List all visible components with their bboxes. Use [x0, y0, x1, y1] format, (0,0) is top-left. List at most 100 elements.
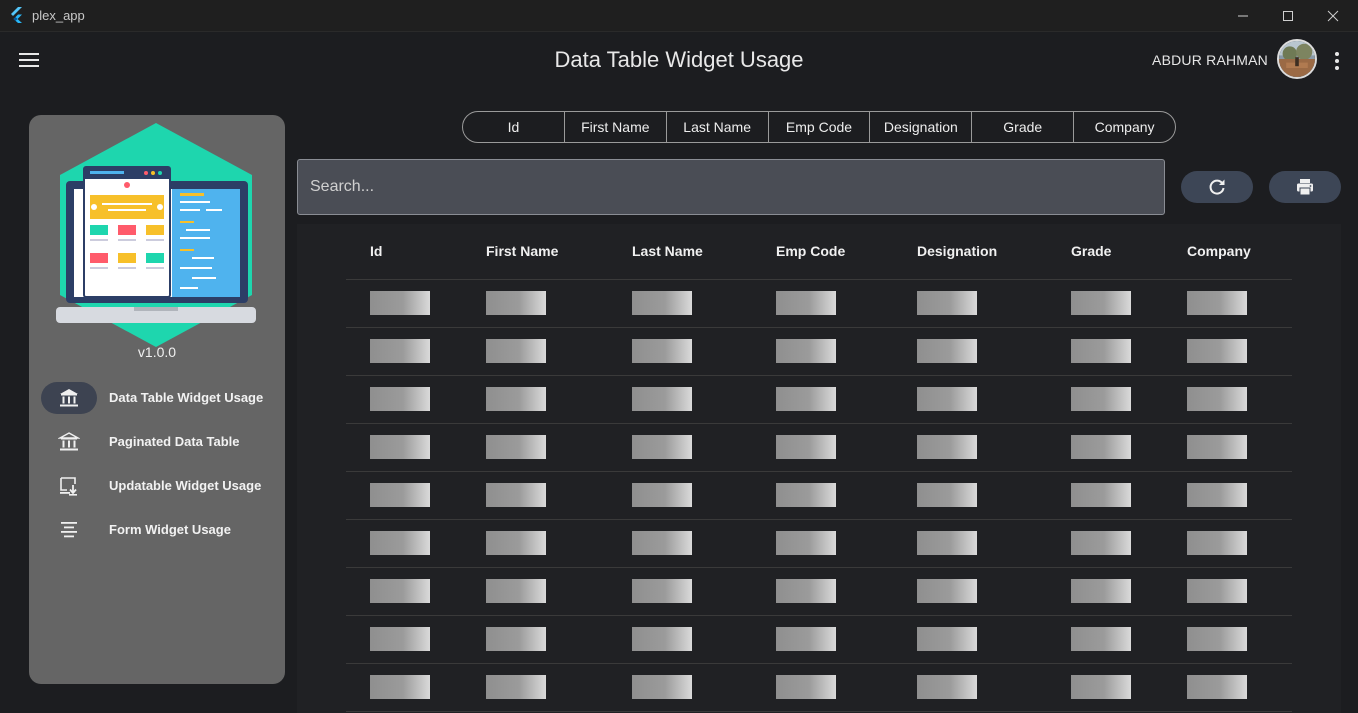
table-row[interactable]	[346, 520, 1292, 568]
flutter-logo-icon	[11, 7, 22, 23]
loading-placeholder-cell	[776, 531, 836, 555]
loading-placeholder-cell	[917, 675, 977, 699]
loading-placeholder-cell	[486, 387, 546, 411]
chip-id[interactable]: Id	[463, 112, 565, 142]
print-icon	[1297, 179, 1313, 196]
maximize-button[interactable]	[1265, 0, 1311, 31]
loading-placeholder-cell	[370, 291, 430, 315]
loading-placeholder-cell	[776, 579, 836, 603]
loading-placeholder-cell	[917, 435, 977, 459]
chip-designation[interactable]: Designation	[870, 112, 973, 142]
loading-placeholder-cell	[776, 435, 836, 459]
loading-placeholder-cell	[632, 579, 692, 603]
print-button[interactable]	[1269, 171, 1341, 203]
sidebar-item-paginated-data-table[interactable]: Paginated Data Table	[41, 426, 273, 458]
loading-placeholder-cell	[776, 387, 836, 411]
search-input[interactable]	[298, 160, 1164, 214]
loading-placeholder-cell	[1187, 435, 1247, 459]
loading-placeholder-cell	[632, 675, 692, 699]
loading-placeholder-cell	[917, 339, 977, 363]
loading-placeholder-cell	[1071, 339, 1131, 363]
sidebar-item-label: Updatable Widget Usage	[109, 478, 262, 493]
sidebar-item-label: Paginated Data Table	[109, 434, 240, 449]
more-vert-icon[interactable]	[1330, 50, 1344, 72]
sidebar-item-label: Form Widget Usage	[109, 522, 231, 537]
header-designation[interactable]: Designation	[917, 243, 997, 259]
loading-placeholder-cell	[776, 627, 836, 651]
loading-placeholder-cell	[632, 483, 692, 507]
loading-placeholder-cell	[1187, 579, 1247, 603]
bank-icon	[58, 432, 80, 451]
chip-grade[interactable]: Grade	[972, 112, 1075, 142]
loading-placeholder-cell	[917, 579, 977, 603]
nav-icon-highlight	[41, 382, 97, 414]
loading-placeholder-cell	[917, 483, 977, 507]
loading-placeholder-cell	[632, 627, 692, 651]
window-title-bar: plex_app	[0, 0, 1358, 32]
download-to-screen-icon	[60, 477, 77, 496]
header-first-name[interactable]: First Name	[486, 243, 558, 259]
loading-placeholder-cell	[1187, 675, 1247, 699]
sidebar-item-form-widget-usage[interactable]: Form Widget Usage	[41, 514, 273, 546]
close-window-button[interactable]	[1310, 0, 1356, 31]
table-row[interactable]	[346, 568, 1292, 616]
header-id[interactable]: Id	[370, 243, 382, 259]
app-version: v1.0.0	[137, 344, 177, 360]
header-grade[interactable]: Grade	[1071, 243, 1111, 259]
minimize-button[interactable]	[1220, 0, 1266, 31]
loading-placeholder-cell	[1071, 435, 1131, 459]
table-row[interactable]	[346, 424, 1292, 472]
nav-icon-wrap	[41, 514, 97, 546]
loading-placeholder-cell	[370, 483, 430, 507]
app-illustration	[56, 123, 256, 347]
loading-placeholder-cell	[486, 675, 546, 699]
loading-placeholder-cell	[370, 339, 430, 363]
loading-placeholder-cell	[917, 387, 977, 411]
close-icon	[1327, 10, 1339, 21]
loading-placeholder-cell	[486, 483, 546, 507]
table-row[interactable]	[346, 328, 1292, 376]
loading-placeholder-cell	[776, 675, 836, 699]
refresh-button[interactable]	[1181, 171, 1253, 203]
table-row[interactable]	[346, 472, 1292, 520]
loading-placeholder-cell	[1187, 531, 1247, 555]
loading-placeholder-cell	[486, 435, 546, 459]
sidebar: v1.0.0 Data Table Widget Usage Paginated…	[29, 115, 285, 684]
nav-icon-wrap	[41, 426, 97, 458]
table-row[interactable]	[346, 280, 1292, 328]
table-row[interactable]	[346, 376, 1292, 424]
column-toggle-chips: Id First Name Last Name Emp Code Designa…	[462, 111, 1176, 143]
chip-first-name[interactable]: First Name	[565, 112, 667, 142]
header-last-name[interactable]: Last Name	[632, 243, 703, 259]
loading-placeholder-cell	[632, 291, 692, 315]
loading-placeholder-cell	[1071, 627, 1131, 651]
header-company[interactable]: Company	[1187, 243, 1251, 259]
loading-placeholder-cell	[632, 387, 692, 411]
header-emp-code[interactable]: Emp Code	[776, 243, 845, 259]
table-row[interactable]	[346, 616, 1292, 664]
chip-last-name[interactable]: Last Name	[667, 112, 769, 142]
chip-emp-code[interactable]: Emp Code	[769, 112, 871, 142]
loading-placeholder-cell	[370, 435, 430, 459]
sidebar-item-updatable-widget-usage[interactable]: Updatable Widget Usage	[41, 470, 273, 502]
avatar[interactable]	[1277, 39, 1317, 79]
table-row[interactable]	[346, 664, 1292, 712]
loading-placeholder-cell	[776, 291, 836, 315]
table-header-row: Id First Name Last Name Emp Code Designa…	[346, 224, 1292, 280]
minimize-icon	[1238, 15, 1248, 16]
maximize-icon	[1283, 10, 1293, 21]
loading-placeholder-cell	[1187, 387, 1247, 411]
loading-placeholder-cell	[370, 675, 430, 699]
user-name[interactable]: ABDUR RAHMAN	[1152, 52, 1268, 68]
chip-company[interactable]: Company	[1074, 112, 1175, 142]
window-title: plex_app	[32, 8, 85, 23]
loading-placeholder-cell	[1071, 675, 1131, 699]
loading-placeholder-cell	[486, 291, 546, 315]
sidebar-item-data-table-widget-usage[interactable]: Data Table Widget Usage	[41, 382, 273, 414]
loading-placeholder-cell	[917, 627, 977, 651]
loading-placeholder-cell	[1187, 291, 1247, 315]
loading-placeholder-cell	[1187, 483, 1247, 507]
loading-placeholder-cell	[632, 435, 692, 459]
loading-placeholder-cell	[486, 579, 546, 603]
bank-icon	[60, 389, 78, 407]
